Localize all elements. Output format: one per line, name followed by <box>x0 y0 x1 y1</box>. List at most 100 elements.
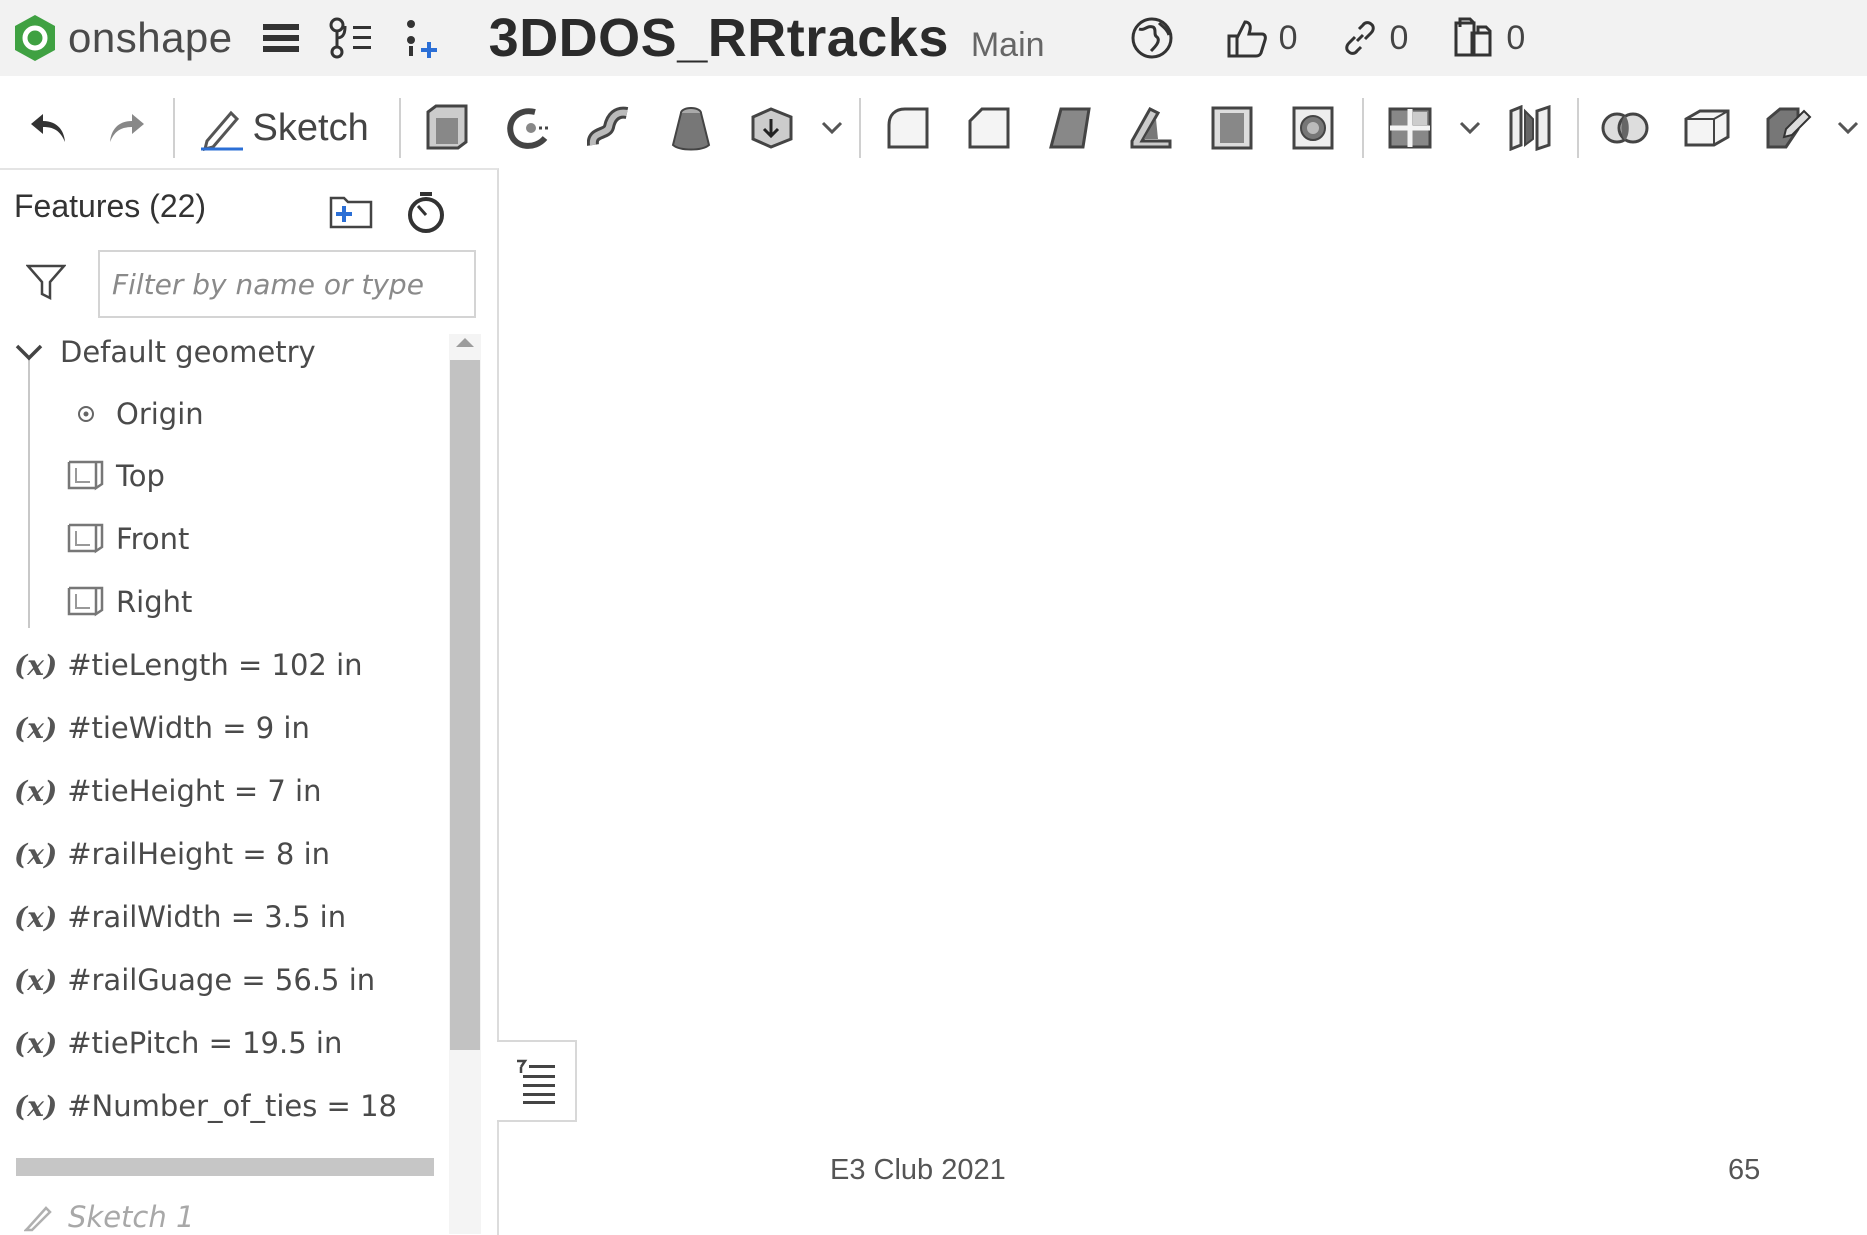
sketch-button[interactable]: Sketch <box>199 105 369 151</box>
redo-button[interactable] <box>87 110 164 146</box>
draft-button[interactable] <box>1029 105 1110 151</box>
variable-feature[interactable]: (x) #railGuage = 56.5 in <box>14 950 375 1010</box>
feature-list-toggle-button[interactable] <box>497 1040 577 1122</box>
modify-icon <box>1766 107 1812 149</box>
thicken-icon <box>751 107 793 149</box>
extrude-icon <box>426 104 468 150</box>
variable-label: #Number_of_ties = 18 <box>67 1089 397 1123</box>
undo-icon <box>30 114 65 142</box>
fillet-button[interactable] <box>867 105 948 151</box>
filter-icon[interactable] <box>26 262 66 302</box>
rollback-bar[interactable] <box>16 1158 434 1176</box>
slide-page-number: 65 <box>1728 1154 1761 1186</box>
variable-feature[interactable]: (x) #railHeight = 8 in <box>14 824 330 884</box>
copy-icon <box>1454 17 1492 57</box>
boolean-icon <box>1601 112 1649 144</box>
transform-button[interactable] <box>1490 105 1571 151</box>
globe-icon[interactable] <box>1129 15 1175 61</box>
tree-item-sketch-1[interactable]: Sketch 1 <box>24 1200 194 1234</box>
draft-icon <box>1048 107 1091 149</box>
extrude-button[interactable] <box>407 104 488 152</box>
tree-item-top-plane[interactable]: Top <box>66 446 165 506</box>
scroll-up-arrow[interactable] <box>456 338 474 347</box>
thicken-button[interactable] <box>731 105 812 151</box>
split-more-dropdown[interactable] <box>1451 121 1490 135</box>
transform-icon <box>1509 105 1551 151</box>
variable-icon: (x) <box>14 1026 58 1060</box>
undo-button[interactable] <box>10 110 87 146</box>
variable-icon: (x) <box>14 963 58 997</box>
tree-item-label: Top <box>116 459 165 493</box>
plane-icon <box>67 586 104 617</box>
versions-icon[interactable] <box>327 16 375 60</box>
variable-feature[interactable]: (x) #tieHeight = 7 in <box>14 761 321 821</box>
tree-item-origin[interactable]: Origin <box>72 384 204 444</box>
modify-more-dropdown[interactable] <box>1828 121 1867 135</box>
variable-icon: (x) <box>14 648 58 682</box>
chevron-down-icon <box>1837 121 1858 135</box>
boolean-button[interactable] <box>1585 108 1666 148</box>
tree-item-label: Right <box>116 585 193 619</box>
split-button[interactable] <box>1370 106 1451 150</box>
toolbar-separator <box>1361 98 1364 158</box>
variable-label: #tieWidth = 9 in <box>67 711 310 745</box>
rebuild-timer-button[interactable] <box>404 190 448 234</box>
plane-button[interactable] <box>1666 107 1747 149</box>
hole-button[interactable] <box>1273 105 1354 151</box>
fillet-icon <box>887 107 929 149</box>
thumbs-up-icon <box>1227 20 1267 58</box>
origin-icon <box>78 406 94 422</box>
plane-icon <box>1684 109 1730 147</box>
sweep-button[interactable] <box>569 105 650 151</box>
variable-feature[interactable]: (x) #Number_of_ties = 18 <box>14 1076 397 1136</box>
links-count: 0 <box>1389 18 1409 57</box>
feature-filter-input[interactable] <box>98 250 476 318</box>
links-counter[interactable]: 0 <box>1341 19 1408 58</box>
variable-feature[interactable]: (x) #tieLength = 102 in <box>14 635 363 695</box>
branch-label[interactable]: Main <box>971 26 1045 65</box>
solid-more-dropdown[interactable] <box>812 121 851 135</box>
revolve-icon <box>507 108 550 149</box>
redo-icon <box>109 114 144 142</box>
variable-feature[interactable]: (x) #tieWidth = 9 in <box>14 698 310 758</box>
variable-feature[interactable]: (x) #tiePitch = 19.5 in <box>14 1013 342 1073</box>
scrollbar-thumb[interactable] <box>450 360 480 1050</box>
tree-item-label: Front <box>116 522 190 556</box>
toolbar-separator <box>1576 98 1579 158</box>
modify-fillet-button[interactable] <box>1747 105 1828 151</box>
insert-icon[interactable] <box>401 16 445 60</box>
sketch-button-label: Sketch <box>252 106 369 149</box>
menu-icon[interactable] <box>261 20 301 56</box>
add-folder-button[interactable] <box>328 192 374 230</box>
feature-toolbar: Sketch <box>0 92 1867 164</box>
document-title[interactable]: 3DDOS_RRtracks <box>489 7 949 69</box>
tree-item-right-plane[interactable]: Right <box>66 572 192 632</box>
onshape-logo[interactable]: onshape <box>12 13 233 63</box>
default-geometry-group[interactable]: Default geometry <box>14 322 316 382</box>
tree-item-label: Sketch 1 <box>68 1200 195 1234</box>
likes-count: 0 <box>1278 18 1298 57</box>
revolve-button[interactable] <box>488 106 569 150</box>
copies-count: 0 <box>1506 18 1526 57</box>
tree-item-front-plane[interactable]: Front <box>66 509 189 569</box>
chamfer-icon <box>968 107 1010 149</box>
variable-label: #tieLength = 102 in <box>67 648 363 682</box>
chevron-down-icon <box>15 344 43 361</box>
copies-counter[interactable]: 0 <box>1452 17 1525 59</box>
rib-icon <box>1130 107 1172 149</box>
split-icon <box>1388 107 1432 149</box>
variable-label: #railHeight = 8 in <box>67 837 331 871</box>
plane-icon <box>67 460 104 491</box>
default-geometry-label: Default geometry <box>60 335 316 369</box>
loft-button[interactable] <box>650 105 731 151</box>
rib-button[interactable] <box>1110 105 1191 151</box>
likes-counter[interactable]: 0 <box>1225 16 1298 60</box>
variable-feature[interactable]: (x) #railWidth = 3.5 in <box>14 887 346 947</box>
variable-icon: (x) <box>14 837 58 871</box>
logo-text: onshape <box>68 14 233 61</box>
slide-footer: E3 Club 2021 <box>830 1154 1006 1186</box>
chamfer-button[interactable] <box>948 105 1029 151</box>
link-icon <box>1345 21 1376 55</box>
plane-icon <box>67 523 104 554</box>
shell-button[interactable] <box>1192 105 1273 151</box>
